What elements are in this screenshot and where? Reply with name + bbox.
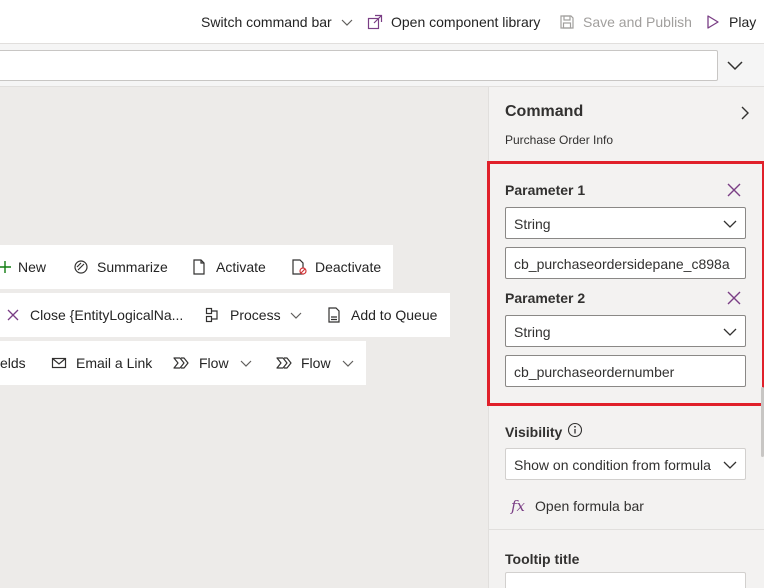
- email-a-link-command[interactable]: Email a Link: [51, 353, 152, 373]
- flow-label-2: Flow: [301, 355, 331, 371]
- save-icon: [560, 15, 574, 29]
- document-icon: [193, 259, 205, 275]
- add-to-queue-command[interactable]: Add to Queue: [327, 305, 437, 325]
- open-external-icon: [367, 14, 383, 30]
- parameter-1-value-field[interactable]: cb_purchaseordersidepane_c898a: [505, 247, 746, 279]
- deactivate-command[interactable]: Deactivate: [291, 257, 381, 277]
- chevron-down-icon: [723, 328, 737, 336]
- command-bar-row-3: elds Email a Link Flow Flow: [0, 341, 366, 385]
- flow-icon: [173, 357, 189, 369]
- parameter-1-value: cb_purchaseordersidepane_c898a: [514, 256, 730, 272]
- new-label: New: [18, 259, 47, 275]
- activate-label: Activate: [216, 259, 266, 275]
- parameter-2-type-value: String: [514, 324, 551, 340]
- info-icon[interactable]: [567, 422, 583, 438]
- expand-formula-chevron-icon[interactable]: [726, 58, 744, 72]
- process-label: Process: [230, 307, 281, 323]
- chevron-down-icon: [341, 19, 353, 26]
- open-formula-bar-label: Open formula bar: [535, 498, 644, 514]
- formula-bar-row: [0, 44, 764, 87]
- top-toolbar: Switch command bar Open component librar…: [0, 0, 764, 44]
- visibility-value: Show on condition from formula: [514, 457, 711, 473]
- tooltip-title-input[interactable]: [505, 572, 746, 588]
- chevron-down-icon: [723, 461, 737, 469]
- chevron-down-icon: [290, 312, 302, 319]
- close-label: Close {EntityLogicalNa...: [30, 307, 184, 323]
- parameter-1-type-dropdown[interactable]: String: [505, 207, 746, 239]
- formula-input[interactable]: [0, 50, 718, 81]
- document-block-icon: [292, 259, 307, 275]
- parameter-1-label: Parameter 1: [505, 182, 586, 198]
- play-label: Play: [729, 14, 757, 30]
- switch-command-bar-label: Switch command bar: [201, 14, 332, 30]
- fields-command[interactable]: elds: [0, 353, 26, 373]
- flow-command-2[interactable]: Flow: [276, 353, 355, 373]
- flow-command-1[interactable]: Flow: [173, 353, 253, 373]
- mail-link-icon: [51, 357, 67, 369]
- save-and-publish-label: Save and Publish: [583, 14, 692, 30]
- flow-label-1: Flow: [199, 355, 229, 371]
- parameter-2-value-field[interactable]: cb_purchaseordernumber: [505, 355, 746, 387]
- parameter-2-label: Parameter 2: [505, 290, 586, 306]
- visibility-label: Visibility: [505, 424, 563, 440]
- fields-label: elds: [0, 355, 26, 371]
- add-to-queue-icon: [328, 307, 340, 323]
- properties-pane: Command Purchase Order Info Parameter 1 …: [487, 87, 764, 588]
- fx-icon: fx: [511, 497, 526, 515]
- parameter-2-type-dropdown[interactable]: String: [505, 315, 746, 347]
- canvas: New Summarize Activate Deactivate Close …: [0, 87, 488, 588]
- save-and-publish-button[interactable]: Save and Publish: [559, 12, 692, 32]
- new-command[interactable]: New: [0, 257, 46, 277]
- open-component-library-button[interactable]: Open component library: [367, 12, 540, 32]
- parameter-1-type-value: String: [514, 216, 551, 232]
- play-icon: [707, 15, 719, 29]
- remove-parameter-1-icon[interactable]: [725, 181, 743, 199]
- command-bar-row-1: New Summarize Activate Deactivate: [0, 245, 393, 289]
- summarize-icon: [74, 260, 88, 274]
- switch-command-bar-button[interactable]: Switch command bar: [201, 12, 354, 32]
- remove-parameter-2-icon[interactable]: [725, 289, 743, 307]
- open-component-library-label: Open component library: [391, 14, 541, 30]
- chevron-down-icon: [342, 360, 353, 367]
- play-button[interactable]: Play: [706, 12, 756, 32]
- plus-icon: [0, 261, 11, 273]
- close-command[interactable]: Close {EntityLogicalNa...: [6, 305, 183, 325]
- parameter-2-value: cb_purchaseordernumber: [514, 364, 675, 380]
- chevron-down-icon: [240, 360, 251, 367]
- process-command[interactable]: Process: [205, 305, 303, 325]
- flow-icon: [276, 357, 292, 369]
- chevron-down-icon: [723, 220, 737, 228]
- activate-command[interactable]: Activate: [192, 257, 266, 277]
- command-bar-row-2: Close {EntityLogicalNa... Process Add to…: [0, 293, 450, 337]
- email-a-link-label: Email a Link: [76, 355, 153, 371]
- visibility-dropdown[interactable]: Show on condition from formula: [505, 448, 746, 480]
- deactivate-label: Deactivate: [315, 259, 382, 275]
- pane-subtitle: Purchase Order Info: [505, 133, 614, 147]
- open-formula-bar-button[interactable]: fx Open formula bar: [511, 497, 644, 515]
- process-icon: [205, 307, 218, 323]
- pane-title: Command: [505, 103, 584, 120]
- chevron-right-icon[interactable]: [739, 105, 751, 121]
- tooltip-title-label: Tooltip title: [505, 551, 580, 567]
- add-to-queue-label: Add to Queue: [351, 307, 438, 323]
- divider: [489, 529, 764, 530]
- close-icon: [7, 309, 19, 321]
- summarize-label: Summarize: [97, 259, 168, 275]
- summarize-command[interactable]: Summarize: [73, 257, 168, 277]
